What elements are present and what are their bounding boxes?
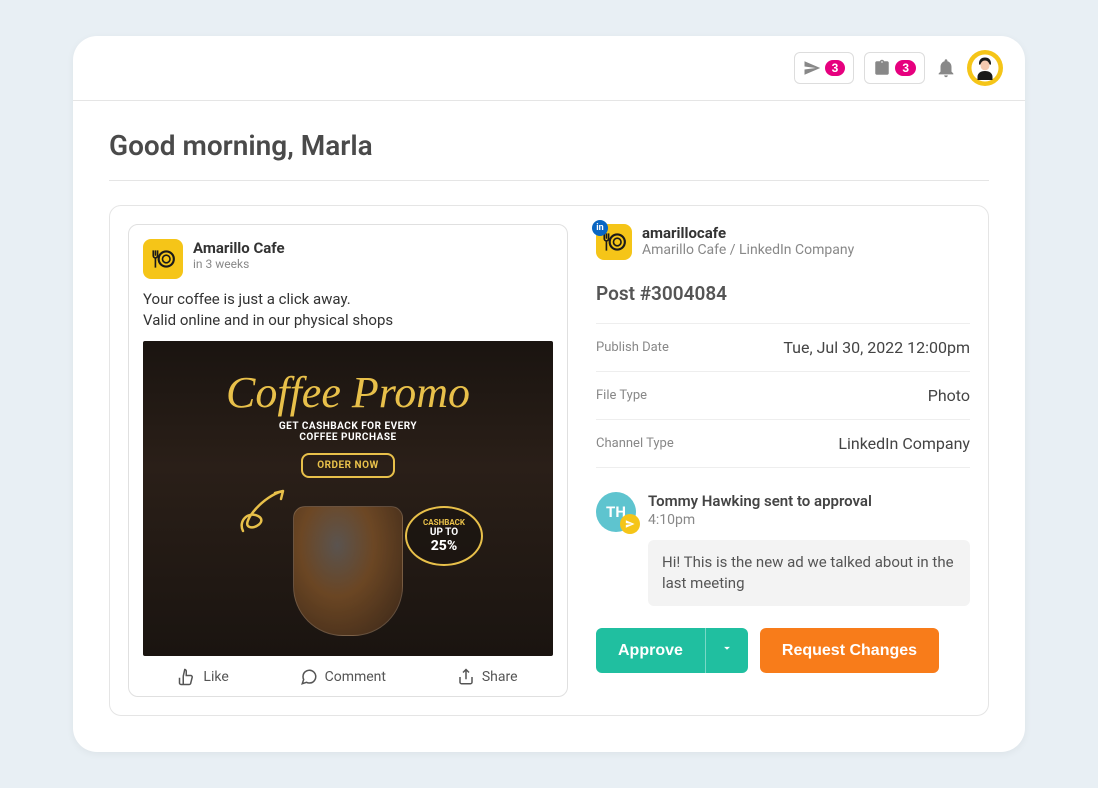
clipboard-icon [873, 59, 891, 77]
greeting-title: Good morning, Marla [109, 129, 989, 181]
like-button[interactable]: Like [178, 668, 228, 686]
channel-type-label: Channel Type [596, 436, 674, 451]
channel-header: in amarillocafe Amarillo Cafe / LinkedIn… [596, 224, 970, 260]
comment-icon [300, 668, 318, 686]
chevron-down-icon [720, 641, 734, 655]
comment-label: Comment [325, 669, 386, 685]
arrow-doodle-icon [233, 481, 293, 561]
approve-group: Approve [596, 628, 748, 673]
file-type-row: File Type Photo [596, 371, 970, 419]
tasks-count-badge: 3 [895, 60, 916, 76]
post-actions: Like Comment Share [143, 656, 553, 686]
activity-avatar: TH [596, 492, 636, 532]
activity-body: Tommy Hawking sent to approval 4:10pm Hi… [648, 492, 970, 606]
sent-count-badge: 3 [825, 60, 846, 76]
post-header: Amarillo Cafe in 3 weeks [143, 239, 553, 279]
approval-panel: Amarillo Cafe in 3 weeks Your coffee is … [109, 205, 989, 716]
sent-notifications-button[interactable]: 3 [794, 52, 855, 84]
post-text: Your coffee is just a click away. Valid … [143, 289, 553, 331]
main-content: Good morning, Marla Amarillo Cafe in 3 w… [73, 101, 1025, 752]
activity-message: Hi! This is the new ad we talked about i… [648, 540, 970, 606]
post-preview-card: Amarillo Cafe in 3 weeks Your coffee is … [128, 224, 568, 697]
channel-handle: amarillocafe [642, 224, 854, 242]
avatar-image [970, 53, 1000, 83]
cashback-value: 25% [431, 538, 458, 554]
publish-date-row: Publish Date Tue, Jul 30, 2022 12:00pm [596, 323, 970, 371]
brand-name: Amarillo Cafe [193, 239, 285, 257]
linkedin-badge-icon: in [592, 220, 608, 236]
channel-description: Amarillo Cafe / LinkedIn Company [642, 242, 854, 258]
cashback-label: CASHBACK [423, 518, 465, 527]
publish-date-value: Tue, Jul 30, 2022 12:00pm [783, 338, 970, 357]
promo-title: Coffee Promo [226, 371, 470, 415]
like-label: Like [203, 669, 228, 685]
channel-logo-wrap: in [596, 224, 632, 260]
promo-subtitle: GET CASHBACK FOR EVERY COFFEE PURCHASE [279, 421, 417, 443]
post-text-line2: Valid online and in our physical shops [143, 311, 393, 329]
schedule-time: in 3 weeks [193, 257, 285, 271]
sent-badge-icon [620, 514, 640, 534]
file-type-value: Photo [928, 386, 970, 405]
user-avatar[interactable] [967, 50, 1003, 86]
channel-type-value: LinkedIn Company [838, 434, 970, 453]
action-buttons: Approve Request Changes [596, 628, 970, 673]
fork-plate-icon [150, 246, 176, 272]
post-text-line1: Your coffee is just a click away. [143, 290, 351, 308]
share-icon [457, 668, 475, 686]
share-label: Share [482, 669, 518, 685]
activity-entry: TH Tommy Hawking sent to approval 4:10pm… [596, 492, 970, 606]
file-type-label: File Type [596, 388, 647, 403]
brand-logo [143, 239, 183, 279]
activity-time: 4:10pm [648, 512, 970, 528]
activity-title: Tommy Hawking sent to approval [648, 492, 970, 510]
cashback-upto: UP TO [430, 527, 458, 538]
like-icon [178, 668, 196, 686]
promo-image: Coffee Promo GET CASHBACK FOR EVERY COFF… [143, 341, 553, 656]
coffee-glass-graphic [293, 506, 403, 636]
app-window: 3 3 Good morning, Marla [73, 36, 1025, 752]
tasks-button[interactable]: 3 [864, 52, 925, 84]
post-details: in amarillocafe Amarillo Cafe / LinkedIn… [596, 224, 970, 697]
approve-dropdown-button[interactable] [705, 628, 748, 673]
header: 3 3 [73, 36, 1025, 101]
share-button[interactable]: Share [457, 668, 518, 686]
request-changes-button[interactable]: Request Changes [760, 628, 939, 673]
comment-button[interactable]: Comment [300, 668, 386, 686]
order-now-button: ORDER NOW [301, 453, 395, 478]
post-id: Post #3004084 [596, 282, 970, 305]
channel-type-row: Channel Type LinkedIn Company [596, 419, 970, 468]
paper-plane-icon [803, 59, 821, 77]
approve-button[interactable]: Approve [596, 628, 705, 673]
cashback-bubble: CASHBACK UP TO 25% [405, 506, 483, 566]
bell-icon[interactable] [935, 57, 957, 79]
publish-date-label: Publish Date [596, 340, 669, 355]
